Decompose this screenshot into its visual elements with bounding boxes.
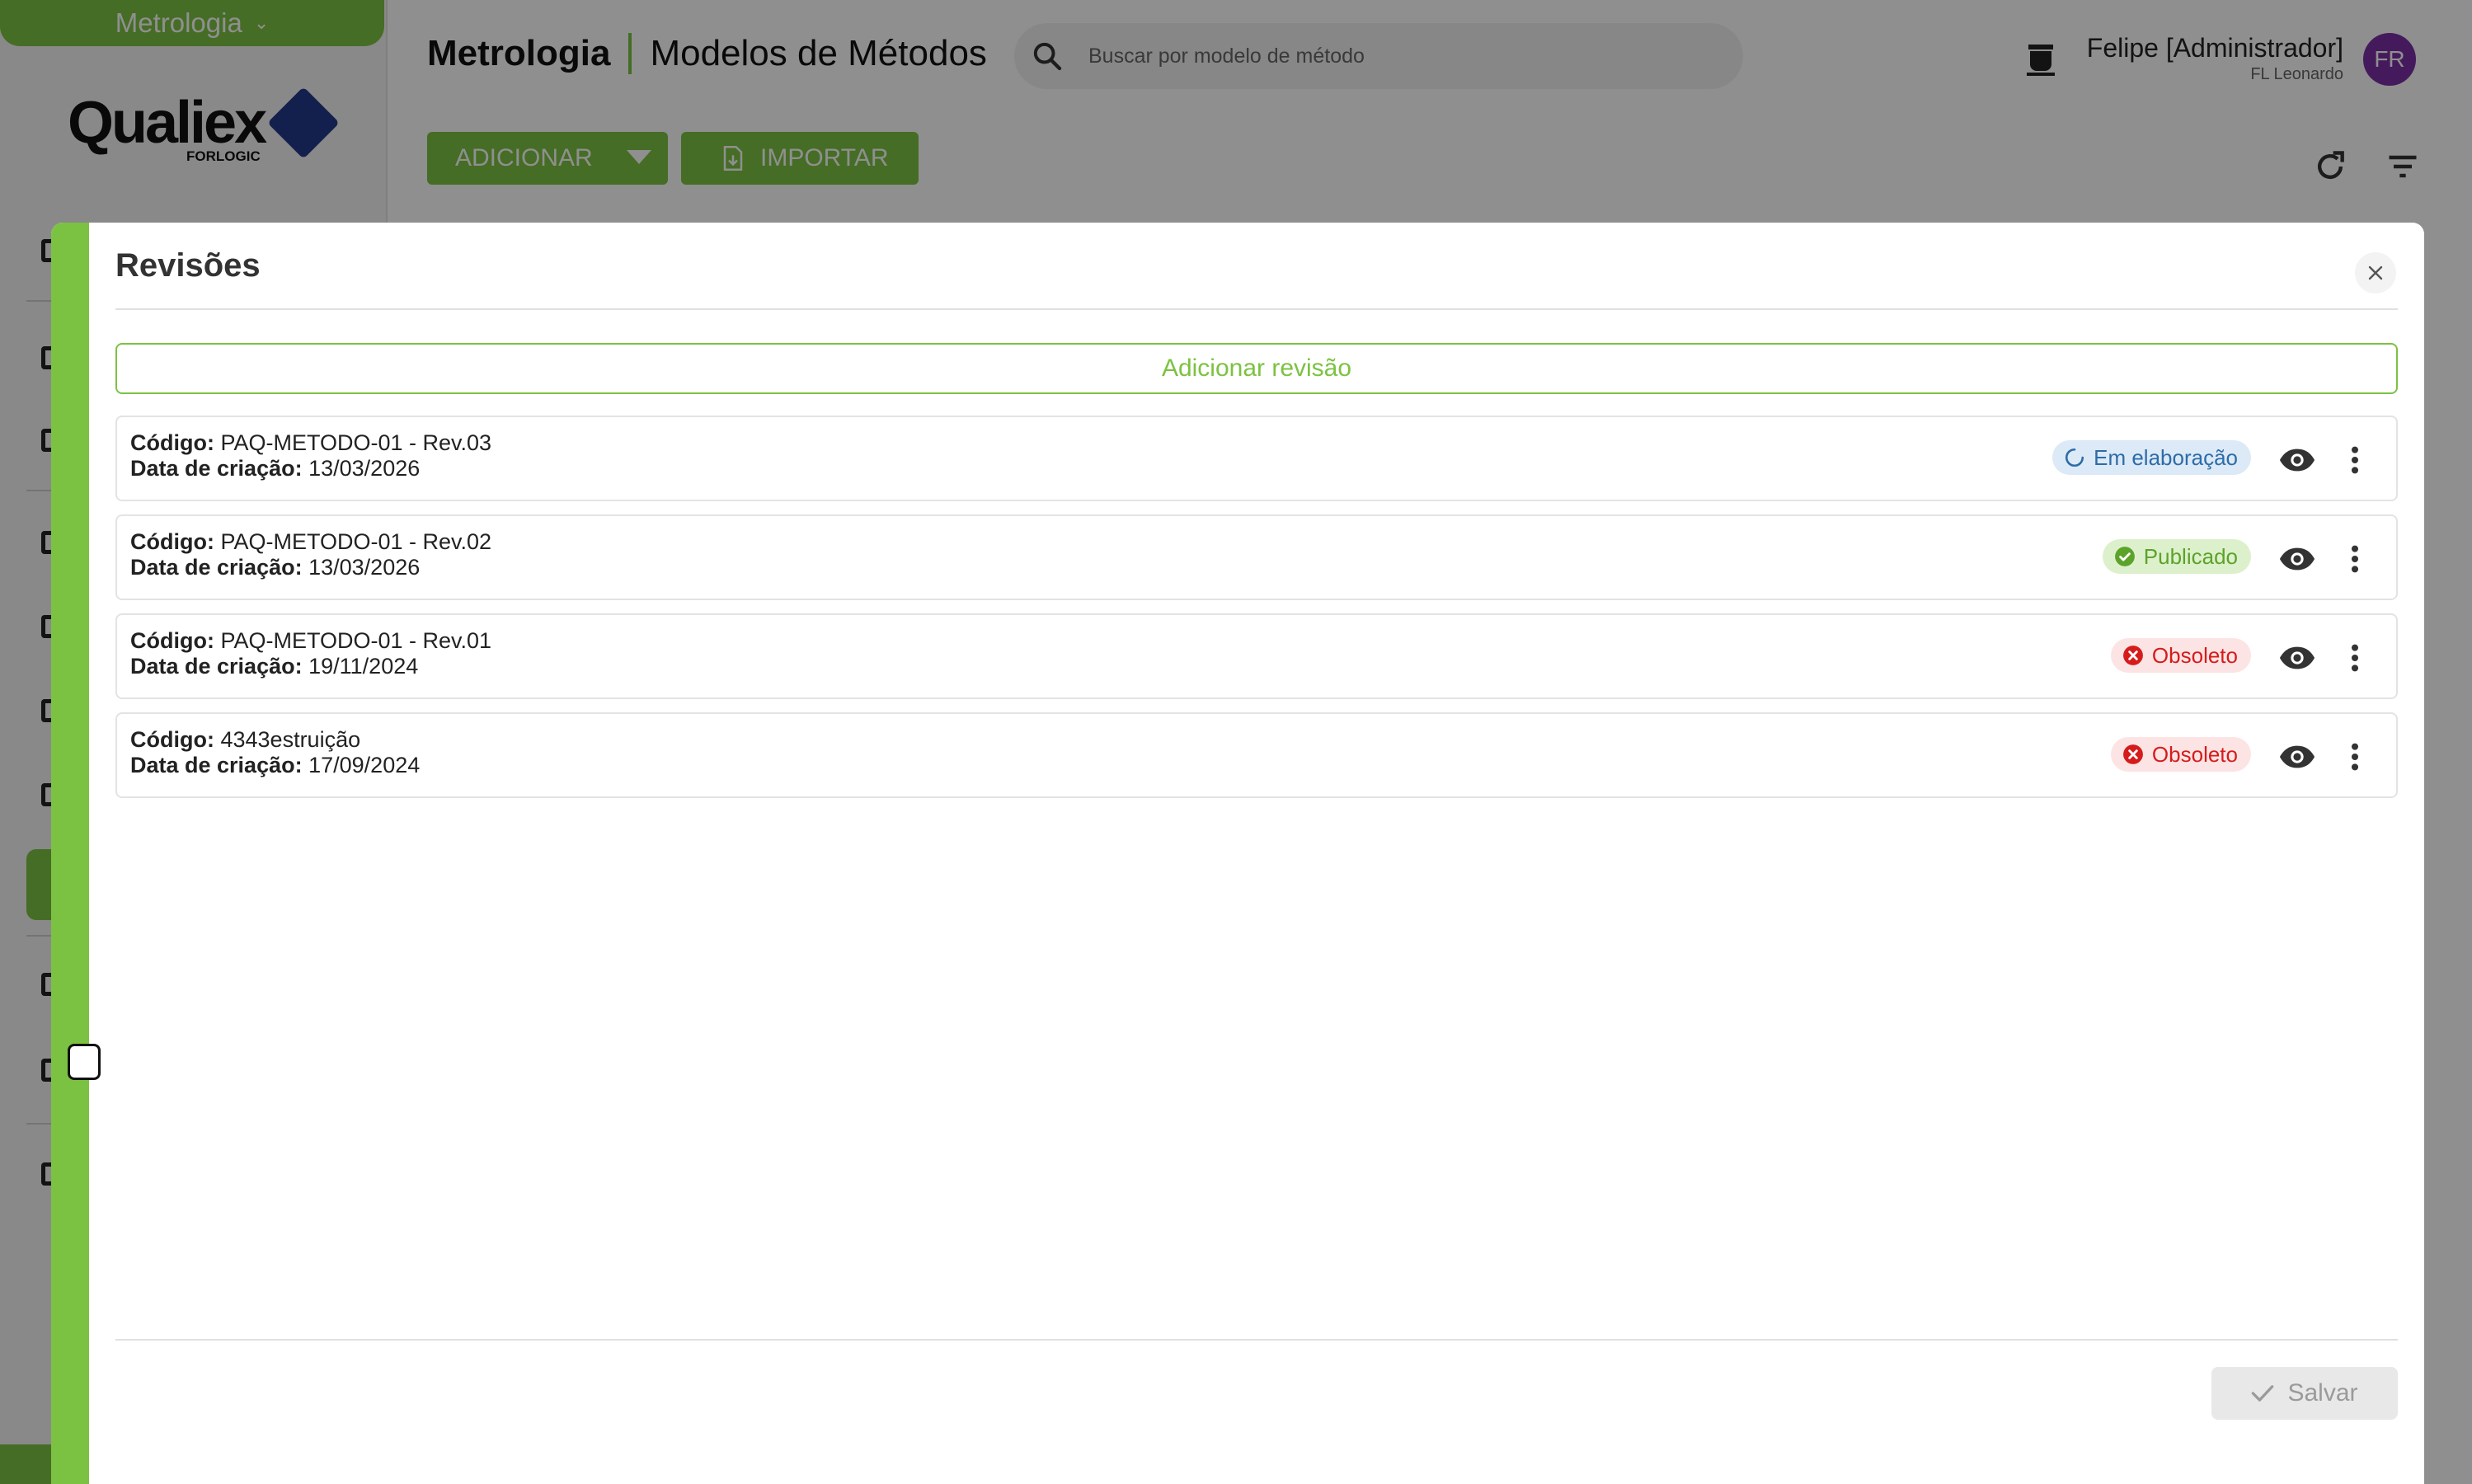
status-badge-label: Obsoleto	[2151, 642, 2238, 668]
code-label: Código:	[130, 430, 214, 455]
more-vertical-icon	[2351, 446, 2359, 474]
eye-icon	[2279, 547, 2315, 571]
code-label: Código:	[130, 529, 214, 554]
revision-code: PAQ-METODO-01 - Rev.01	[220, 628, 492, 653]
revision-date: 13/03/2026	[308, 456, 421, 481]
more-options-button[interactable]	[2338, 539, 2371, 579]
revision-date: 13/03/2026	[308, 555, 421, 580]
status-badge-label: Em elaboração	[2094, 444, 2238, 470]
revision-item: Código: 4343estruição Data de criação: 1…	[115, 712, 2398, 798]
revision-code: PAQ-METODO-01 - Rev.02	[220, 529, 492, 554]
revision-details: Código: PAQ-METODO-01 - Rev.01 Data de c…	[130, 628, 491, 679]
title-divider	[115, 308, 2398, 310]
revisions-dialog: Revisões Adicionar revisão Código: PAQ-M…	[51, 223, 2424, 1484]
x-circle-icon	[2123, 744, 2143, 764]
close-button[interactable]	[2355, 252, 2396, 294]
status-badge-label: Obsoleto	[2151, 741, 2238, 767]
status-badge-label: Publicado	[2143, 543, 2238, 569]
revision-code: PAQ-METODO-01 - Rev.03	[220, 430, 492, 455]
revision-date: 19/11/2024	[308, 654, 419, 679]
dialog-accent-bar	[51, 223, 89, 1484]
status-badge: Obsoleto	[2110, 737, 2251, 772]
revision-list: Código: PAQ-METODO-01 - Rev.03 Data de c…	[115, 416, 2398, 811]
check-circle-icon	[2114, 547, 2135, 566]
eye-icon	[2279, 448, 2315, 472]
view-button[interactable]	[2277, 737, 2317, 777]
focus-indicator[interactable]	[68, 1044, 101, 1080]
view-button[interactable]	[2277, 539, 2317, 579]
status-badge: Em elaboração	[2052, 440, 2251, 475]
more-vertical-icon	[2351, 545, 2359, 573]
date-label: Data de criação:	[130, 456, 303, 481]
revision-details: Código: PAQ-METODO-01 - Rev.02 Data de c…	[130, 529, 491, 580]
revision-date: 17/09/2024	[308, 753, 421, 777]
code-label: Código:	[130, 628, 214, 653]
footer-divider	[115, 1339, 2398, 1341]
revision-item: Código: PAQ-METODO-01 - Rev.02 Data de c…	[115, 514, 2398, 600]
more-options-button[interactable]	[2338, 638, 2371, 678]
more-vertical-icon	[2351, 743, 2359, 771]
add-revision-button[interactable]: Adicionar revisão	[115, 343, 2398, 394]
status-badge: Publicado	[2102, 539, 2251, 574]
close-icon	[2368, 265, 2383, 280]
date-label: Data de criação:	[130, 555, 303, 580]
view-button[interactable]	[2277, 638, 2317, 678]
view-button[interactable]	[2277, 440, 2317, 480]
code-label: Código:	[130, 727, 214, 752]
revision-details: Código: 4343estruição Data de criação: 1…	[130, 727, 420, 778]
dialog-title: Revisões	[115, 247, 261, 284]
save-button-label: Salvar	[2287, 1379, 2358, 1407]
x-circle-icon	[2123, 646, 2143, 665]
more-vertical-icon	[2351, 644, 2359, 672]
more-options-button[interactable]	[2338, 737, 2371, 777]
eye-icon	[2279, 646, 2315, 669]
revision-item: Código: PAQ-METODO-01 - Rev.03 Data de c…	[115, 416, 2398, 501]
status-badge: Obsoleto	[2110, 638, 2251, 673]
save-button[interactable]: Salvar	[2211, 1367, 2398, 1420]
more-options-button[interactable]	[2338, 440, 2371, 480]
spinner-icon	[2065, 448, 2084, 467]
revision-details: Código: PAQ-METODO-01 - Rev.03 Data de c…	[130, 430, 491, 481]
date-label: Data de criação:	[130, 654, 303, 679]
revision-code: 4343estruição	[220, 727, 361, 752]
eye-icon	[2279, 745, 2315, 768]
check-icon	[2252, 1385, 2274, 1402]
revision-item: Código: PAQ-METODO-01 - Rev.01 Data de c…	[115, 613, 2398, 699]
date-label: Data de criação:	[130, 753, 303, 777]
